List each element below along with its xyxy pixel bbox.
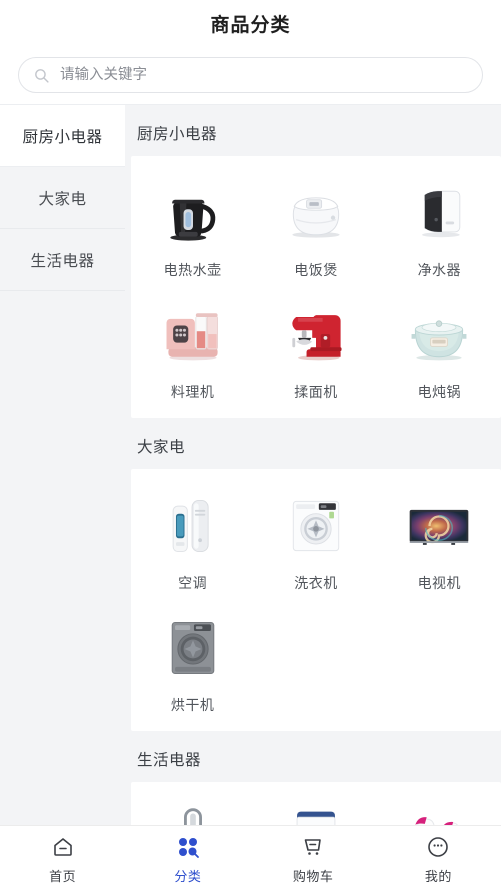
food-processor-icon xyxy=(156,298,230,372)
bottom-tab-bar: 首页 分类 购物车 我的 xyxy=(0,825,501,895)
product-label: 电饭煲 xyxy=(294,262,338,278)
product-label: 电视机 xyxy=(417,575,462,591)
product-grid-home-appliances xyxy=(131,792,501,825)
product-tile-food-processor[interactable]: 料理机 xyxy=(131,288,254,410)
section-title-kitchen: 厨房小电器 xyxy=(137,126,218,143)
sidebar-item-kitchen-small-appliances[interactable]: 厨房小电器 xyxy=(0,105,125,167)
product-label: 料理机 xyxy=(170,384,215,400)
page-header: 商品分类 xyxy=(0,0,501,46)
section-card-kitchen: 电热水壶 电饭煲 净水器 料理机 揉面机 电炖锅 xyxy=(131,156,501,418)
garment-steamer-icon xyxy=(402,802,476,825)
electric-kettle-icon xyxy=(156,176,230,250)
product-tile-tower-fan[interactable] xyxy=(131,792,254,825)
sidebar-item-large-appliances[interactable]: 大家电 xyxy=(0,167,125,229)
humidifier-icon xyxy=(279,802,353,825)
sidebar-item-label: 大家电 xyxy=(38,190,87,208)
tab-label: 首页 xyxy=(49,869,77,884)
tab-home[interactable]: 首页 xyxy=(0,835,125,885)
product-tile-air-conditioner[interactable]: 空调 xyxy=(131,479,254,601)
product-tile-electric-kettle[interactable]: 电热水壶 xyxy=(131,166,254,288)
product-label: 电热水壶 xyxy=(163,262,222,278)
category-sidebar[interactable]: 厨房小电器 大家电 生活电器 xyxy=(0,105,125,825)
tab-shopping-cart[interactable]: 购物车 xyxy=(251,835,376,885)
search-bar-container: 请输入关键字 xyxy=(0,46,501,104)
category-grid-icon xyxy=(176,835,200,859)
section-title-home-appliances: 生活电器 xyxy=(137,752,202,769)
home-icon xyxy=(51,835,75,859)
tab-label: 我的 xyxy=(424,869,452,884)
category-body: 厨房小电器 大家电 生活电器 厨房小电器 电热水壶 电饭煲 净水器 料理机 揉面… xyxy=(0,104,501,825)
washing-machine-icon xyxy=(279,489,353,563)
rice-cooker-icon xyxy=(279,176,353,250)
product-grid-large-appliances: 空调 洗衣机 电视机 烘干机 xyxy=(131,479,501,723)
product-label: 揉面机 xyxy=(294,384,338,400)
category-content-scroll[interactable]: 厨房小电器 电热水壶 电饭煲 净水器 料理机 揉面机 电炖锅 大家电 空调 洗衣… xyxy=(125,105,501,825)
stand-mixer-icon xyxy=(279,298,353,372)
tab-label: 购物车 xyxy=(292,869,334,884)
product-tile-rice-cooker[interactable]: 电饭煲 xyxy=(254,166,377,288)
product-tile-clothes-dryer[interactable]: 烘干机 xyxy=(131,601,254,723)
profile-face-icon xyxy=(426,835,450,859)
search-input[interactable]: 请输入关键字 xyxy=(60,68,147,83)
section-card-large-appliances: 空调 洗衣机 电视机 烘干机 xyxy=(131,469,501,731)
tab-label: 分类 xyxy=(174,869,202,884)
tower-fan-icon xyxy=(156,802,230,825)
tab-category[interactable]: 分类 xyxy=(125,835,250,885)
product-tile-television[interactable]: 电视机 xyxy=(378,479,501,601)
product-label: 烘干机 xyxy=(170,697,215,713)
sidebar-item-label: 厨房小电器 xyxy=(22,128,103,146)
product-tile-garment-steamer[interactable] xyxy=(378,792,501,825)
search-box[interactable]: 请输入关键字 xyxy=(18,57,483,93)
product-tile-stand-mixer[interactable]: 揉面机 xyxy=(254,288,377,410)
slow-cooker-icon xyxy=(402,298,476,372)
air-conditioner-icon xyxy=(156,489,230,563)
clothes-dryer-icon xyxy=(156,611,230,685)
product-label: 洗衣机 xyxy=(294,575,338,591)
search-icon xyxy=(33,67,50,84)
product-tile-slow-cooker[interactable]: 电炖锅 xyxy=(378,288,501,410)
product-grid-kitchen: 电热水壶 电饭煲 净水器 料理机 揉面机 电炖锅 xyxy=(131,166,501,410)
shopping-cart-icon xyxy=(301,835,325,859)
app-screen: 商品分类 请输入关键字 厨房小电器 大家电 生活电器 厨房小电器 电热水壶 电饭… xyxy=(0,0,501,895)
water-purifier-icon xyxy=(402,176,476,250)
product-tile-water-purifier[interactable]: 净水器 xyxy=(378,166,501,288)
section-title-large-appliances: 大家电 xyxy=(137,439,186,456)
television-icon xyxy=(402,489,476,563)
tab-profile[interactable]: 我的 xyxy=(376,835,501,885)
sidebar-item-label: 生活电器 xyxy=(30,252,95,270)
product-label: 净水器 xyxy=(417,262,462,278)
sidebar-item-home-appliances[interactable]: 生活电器 xyxy=(0,229,125,291)
page-title: 商品分类 xyxy=(210,14,291,36)
section-card-home-appliances xyxy=(131,782,501,825)
product-tile-humidifier[interactable] xyxy=(254,792,377,825)
product-tile-washing-machine[interactable]: 洗衣机 xyxy=(254,479,377,601)
product-label: 空调 xyxy=(178,575,208,591)
product-label: 电炖锅 xyxy=(417,384,462,400)
